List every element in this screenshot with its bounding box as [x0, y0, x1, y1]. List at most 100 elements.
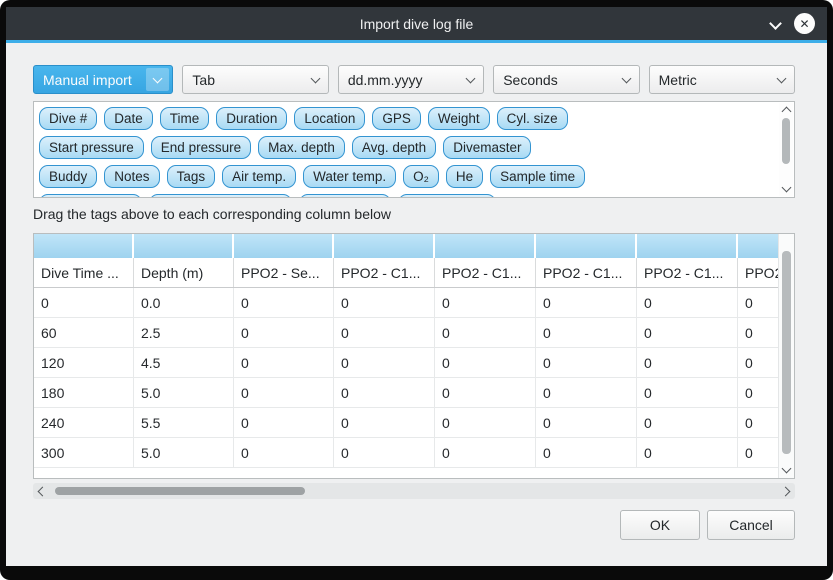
table-cell: 0 [536, 438, 637, 467]
table-cell: 0 [435, 408, 536, 437]
horizontal-scrollbar-thumb[interactable] [55, 487, 305, 495]
tag-row: Start pressure End pressure Max. depth A… [39, 136, 772, 159]
table-cell: 0 [234, 288, 334, 317]
table-vertical-scrollbar-thumb[interactable] [782, 251, 791, 454]
table-cell: 0 [536, 348, 637, 377]
table-cell: 0 [234, 318, 334, 347]
tag-max-depth[interactable]: Max. depth [258, 136, 345, 159]
import-mode-select[interactable]: Manual import [33, 65, 173, 94]
scroll-left-icon[interactable] [38, 487, 48, 497]
table-cell: 0 [738, 288, 779, 317]
tag-duration[interactable]: Duration [216, 107, 287, 130]
tag-time[interactable]: Time [160, 107, 210, 130]
scroll-right-icon[interactable] [781, 487, 791, 497]
table-cell: 0 [536, 378, 637, 407]
ok-button[interactable]: OK [620, 510, 700, 540]
dialog-buttons: OK Cancel [620, 510, 795, 540]
column-header: PPO2 - C1... [536, 258, 637, 287]
table-cell: 0 [738, 408, 779, 437]
table-row: 180 5.0 0 0 0 0 0 0 [34, 378, 779, 408]
chevron-down-icon [310, 73, 320, 83]
table-cell: 0 [536, 288, 637, 317]
tag-sample-po2[interactable]: Sample pO₂ [299, 194, 392, 198]
table-vertical-scrollbar[interactable] [778, 234, 794, 478]
table-cell: 0 [435, 288, 536, 317]
table-cell: 0 [234, 438, 334, 467]
column-drop-cell[interactable] [34, 234, 134, 258]
column-drop-cell[interactable] [738, 234, 779, 258]
tag-sample-temperature[interactable]: Sample temperature [149, 194, 291, 198]
tag-he[interactable]: He [446, 165, 483, 188]
tag-buddy[interactable]: Buddy [39, 165, 97, 188]
cancel-button[interactable]: Cancel [707, 510, 795, 540]
tag-row-clipped: Sample depth Sample temperature Sample p… [39, 194, 772, 198]
table-cell: 0 [334, 348, 435, 377]
tag-divemaster[interactable]: Divemaster [443, 136, 531, 159]
table-cell: 0 [637, 288, 738, 317]
table-cell: 0 [637, 438, 738, 467]
column-drop-cell[interactable] [334, 234, 435, 258]
table-cell: 0 [536, 318, 637, 347]
tags-scrollbar[interactable] [779, 103, 793, 196]
duration-format-select[interactable]: Seconds [493, 65, 639, 94]
column-drop-cell[interactable] [134, 234, 234, 258]
column-header: PPO2 [738, 258, 779, 287]
chevron-down-icon [146, 68, 169, 91]
tag-o2[interactable]: O₂ [403, 165, 439, 188]
table-cell: 60 [34, 318, 134, 347]
table-cell: 0.0 [134, 288, 234, 317]
table-row: 300 5.0 0 0 0 0 0 0 [34, 438, 779, 468]
column-drop-cell[interactable] [435, 234, 536, 258]
table-horizontal-scrollbar[interactable] [33, 483, 795, 499]
table-cell: 0 [435, 378, 536, 407]
table-cell: 5.0 [134, 438, 234, 467]
tag-sample-time[interactable]: Sample time [490, 165, 585, 188]
tag-notes[interactable]: Notes [104, 165, 159, 188]
rollup-button[interactable] [771, 15, 780, 33]
tags-scrollbar-thumb[interactable] [782, 118, 790, 164]
tag-avg-depth[interactable]: Avg. depth [352, 136, 436, 159]
table-cell: 2.5 [134, 318, 234, 347]
tag-cyl-size[interactable]: Cyl. size [497, 107, 568, 130]
preview-table: Dive Time ... Depth (m) PPO2 - Se... PPO… [33, 233, 795, 479]
table-cell: 180 [34, 378, 134, 407]
tag-date[interactable]: Date [104, 107, 153, 130]
table-cell: 5.0 [134, 378, 234, 407]
tag-gps[interactable]: GPS [372, 107, 421, 130]
tag-water-temp[interactable]: Water temp. [303, 165, 396, 188]
chevron-down-icon [777, 73, 787, 83]
tag-dive-number[interactable]: Dive # [39, 107, 97, 130]
table-cell: 0 [637, 378, 738, 407]
tag-weight[interactable]: Weight [428, 107, 490, 130]
close-button[interactable]: ✕ [794, 13, 815, 34]
table-cell: 0 [738, 318, 779, 347]
field-separator-select[interactable]: Tab [182, 65, 328, 94]
tag-sample-cns[interactable]: Sample CNS [398, 194, 496, 198]
table-cell: 0 [334, 408, 435, 437]
table-row: 120 4.5 0 0 0 0 0 0 [34, 348, 779, 378]
tag-end-pressure[interactable]: End pressure [151, 136, 251, 159]
scroll-up-icon[interactable] [782, 107, 792, 117]
table-cell: 0 [435, 348, 536, 377]
table-cell: 0 [234, 348, 334, 377]
column-drop-row [34, 234, 779, 258]
units-select[interactable]: Metric [649, 65, 795, 94]
titlebar[interactable]: Import dive log file ✕ [6, 7, 827, 40]
tag-rows: Dive # Date Time Duration Location GPS W… [34, 102, 794, 198]
scroll-down-icon[interactable] [782, 183, 792, 193]
tag-sample-depth[interactable]: Sample depth [39, 194, 142, 198]
tag-start-pressure[interactable]: Start pressure [39, 136, 144, 159]
tag-location[interactable]: Location [294, 107, 365, 130]
tag-tags[interactable]: Tags [167, 165, 216, 188]
column-drop-cell[interactable] [637, 234, 738, 258]
tag-air-temp[interactable]: Air temp. [222, 165, 296, 188]
table-cell: 0 [637, 348, 738, 377]
table-cell: 0 [234, 408, 334, 437]
date-format-select[interactable]: dd.mm.yyyy [338, 65, 484, 94]
column-drop-cell[interactable] [234, 234, 334, 258]
column-drop-cell[interactable] [536, 234, 637, 258]
table-cell: 0 [738, 348, 779, 377]
table-row: 0 0.0 0 0 0 0 0 0 [34, 288, 779, 318]
column-header: PPO2 - Se... [234, 258, 334, 287]
scroll-down-icon[interactable] [782, 464, 792, 474]
